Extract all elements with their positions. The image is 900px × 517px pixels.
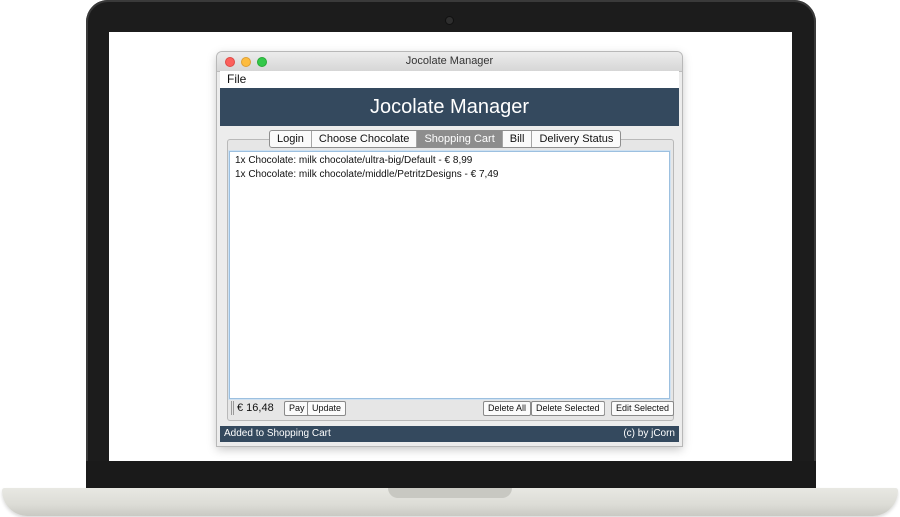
tab-choose-chocolate[interactable]: Choose Chocolate (312, 131, 418, 147)
cart-total: € 16,48 (237, 402, 274, 414)
menu-file[interactable]: File (220, 72, 246, 86)
status-bar: Added to Shopping Cart (c) by jCorn (220, 426, 679, 442)
maximize-window-icon[interactable] (257, 57, 267, 67)
shopping-cart-list[interactable]: 1x Chocolate: milk chocolate/ultra-big/D… (229, 151, 670, 399)
app-banner: Jocolate Manager (220, 88, 679, 126)
status-credit: (c) by jCorn (623, 428, 675, 439)
banner-title: Jocolate Manager (370, 96, 529, 118)
camera-icon (445, 16, 454, 25)
tab-shopping-cart[interactable]: Shopping Cart (417, 131, 503, 147)
laptop-bezel-bottom (86, 461, 816, 490)
status-message: Added to Shopping Cart (224, 428, 331, 439)
toolbar-separator (604, 402, 605, 414)
cart-action-bar: € 16,48 Pay Update Delete All Delete Sel… (229, 400, 675, 416)
window-title: Jocolate Manager (405, 55, 494, 67)
edit-selected-button[interactable]: Edit Selected (611, 401, 675, 416)
tab-bar: Login Choose Chocolate Shopping Cart Bil… (269, 130, 622, 148)
list-item[interactable]: 1x Chocolate: milk chocolate/middle/Petr… (230, 168, 669, 182)
window-titlebar[interactable]: Jocolate Manager (217, 52, 682, 72)
close-window-icon[interactable] (225, 57, 235, 67)
delete-selected-button[interactable]: Delete Selected (531, 401, 605, 416)
app-window: Jocolate Manager File Jocolate Manager L… (217, 52, 682, 446)
laptop-screen: Jocolate Manager File Jocolate Manager L… (109, 32, 792, 461)
update-button[interactable]: Update (307, 401, 347, 416)
tab-login[interactable]: Login (270, 131, 312, 147)
delete-all-button[interactable]: Delete All (483, 401, 532, 416)
laptop-notch (388, 488, 512, 498)
minimize-window-icon[interactable] (241, 57, 251, 67)
list-item[interactable]: 1x Chocolate: milk chocolate/ultra-big/D… (230, 154, 669, 168)
tab-delivery-status[interactable]: Delivery Status (532, 131, 620, 147)
tab-bill[interactable]: Bill (503, 131, 533, 147)
menu-bar: File (220, 71, 679, 88)
pay-button[interactable]: Pay (284, 401, 310, 416)
toolbar-grip-icon (231, 401, 234, 415)
